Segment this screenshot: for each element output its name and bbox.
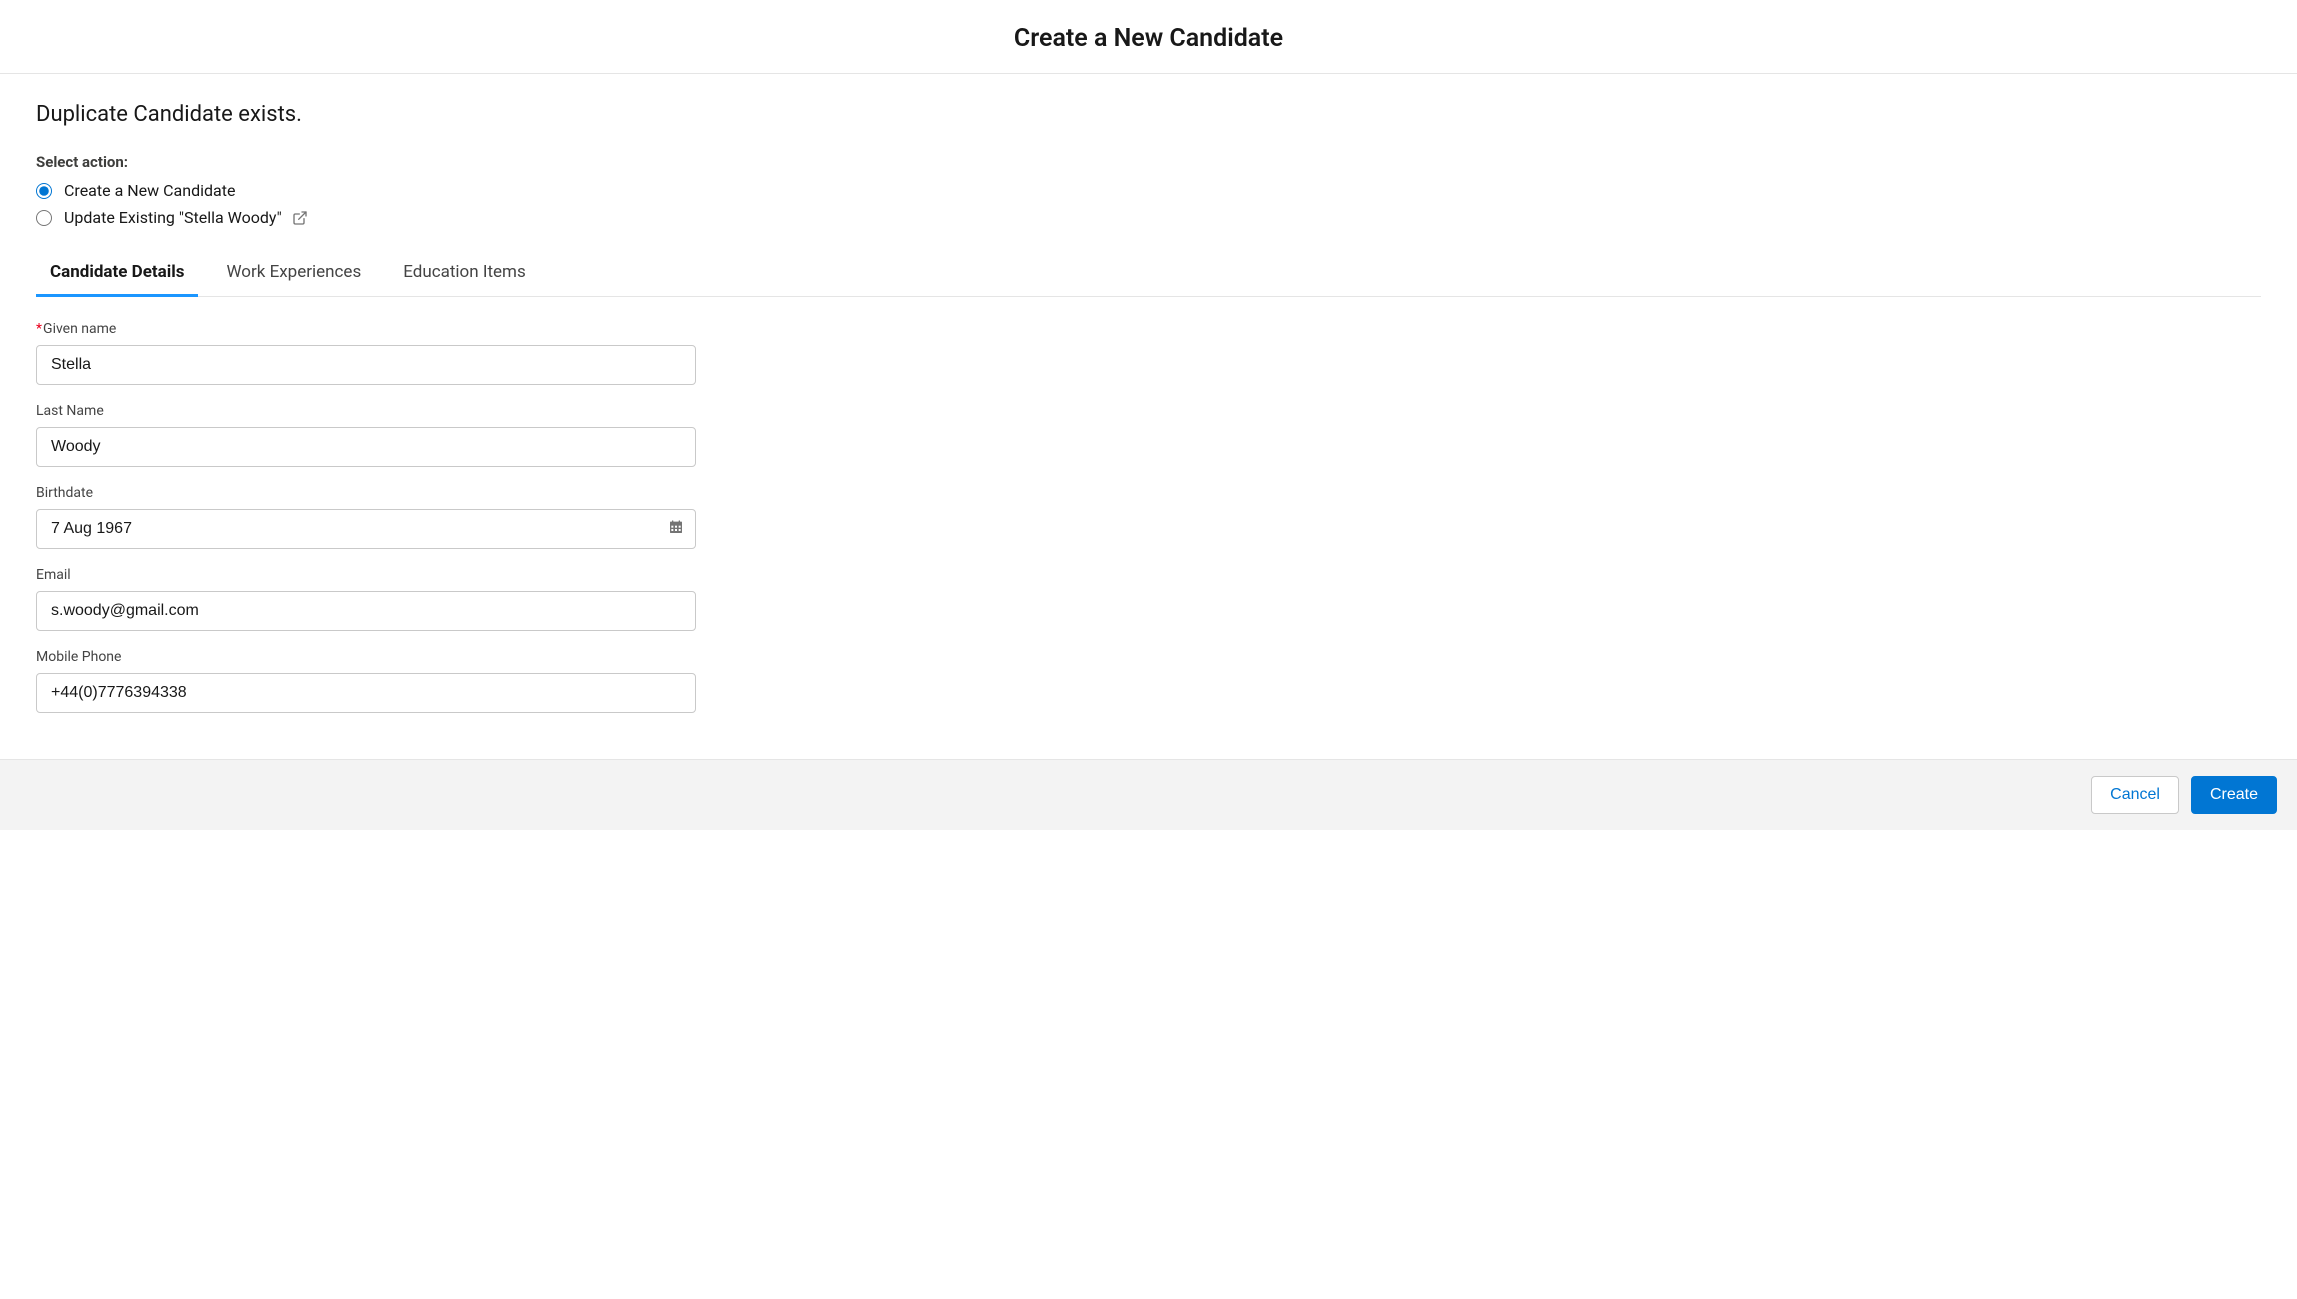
select-action-label: Select action: xyxy=(36,153,2261,171)
modal-header: Create a New Candidate xyxy=(0,0,2297,74)
radio-option-update-existing[interactable]: Update Existing "Stella Woody" xyxy=(36,208,2261,227)
radio-update-existing[interactable] xyxy=(36,210,52,226)
field-email: Email xyxy=(36,567,2261,631)
modal-body: Duplicate Candidate exists. Select actio… xyxy=(0,74,2297,759)
create-button[interactable]: Create xyxy=(2191,776,2277,814)
tab-education-items[interactable]: Education Items xyxy=(389,250,540,297)
last-name-label: Last Name xyxy=(36,403,2261,419)
birthdate-input-wrapper xyxy=(36,509,696,549)
external-link-icon[interactable] xyxy=(292,210,308,226)
given-name-label: *Given name xyxy=(36,321,2261,337)
email-label: Email xyxy=(36,567,2261,583)
field-given-name: *Given name xyxy=(36,321,2261,385)
radio-create-new[interactable] xyxy=(36,183,52,199)
tab-candidate-details[interactable]: Candidate Details xyxy=(36,250,198,297)
mobile-phone-label: Mobile Phone xyxy=(36,649,2261,665)
field-mobile-phone: Mobile Phone xyxy=(36,649,2261,713)
given-name-label-text: Given name xyxy=(43,321,116,337)
radio-update-existing-label[interactable]: Update Existing "Stella Woody" xyxy=(64,208,282,227)
cancel-button[interactable]: Cancel xyxy=(2091,776,2179,814)
calendar-icon[interactable] xyxy=(668,519,684,539)
tabs: Candidate Details Work Experiences Educa… xyxy=(36,249,2261,297)
action-radio-group: Create a New Candidate Update Existing "… xyxy=(36,181,2261,227)
email-input[interactable] xyxy=(36,591,696,631)
birthdate-label: Birthdate xyxy=(36,485,2261,501)
radio-create-new-label[interactable]: Create a New Candidate xyxy=(64,181,235,200)
last-name-input[interactable] xyxy=(36,427,696,467)
mobile-phone-input[interactable] xyxy=(36,673,696,713)
duplicate-warning: Duplicate Candidate exists. xyxy=(36,102,2261,127)
field-birthdate: Birthdate xyxy=(36,485,2261,549)
field-last-name: Last Name xyxy=(36,403,2261,467)
modal-title: Create a New Candidate xyxy=(0,24,2297,53)
radio-option-create-new[interactable]: Create a New Candidate xyxy=(36,181,2261,200)
given-name-input[interactable] xyxy=(36,345,696,385)
birthdate-input[interactable] xyxy=(36,509,696,549)
required-asterisk: * xyxy=(36,321,42,337)
modal-footer: Cancel Create xyxy=(0,759,2297,830)
tab-work-experiences[interactable]: Work Experiences xyxy=(212,250,375,297)
